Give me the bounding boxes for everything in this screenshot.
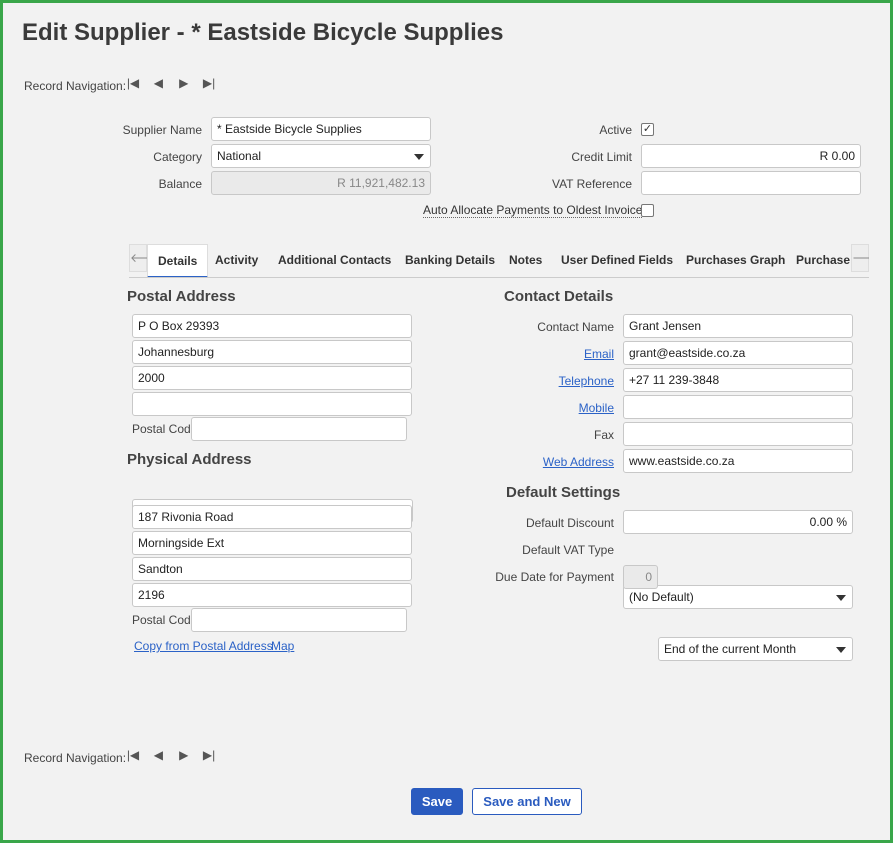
map-link[interactable]: Map: [271, 639, 294, 653]
email-label: Email: [503, 347, 614, 361]
chevron-down-icon: [414, 154, 424, 160]
tab-banking-details[interactable]: Banking Details: [405, 244, 495, 277]
category-label: Category: [153, 150, 202, 164]
email-input[interactable]: grant@eastside.co.za: [623, 341, 853, 365]
physical-line-2[interactable]: Morningside Ext: [132, 531, 412, 555]
supplier-name-input[interactable]: * Eastside Bicycle Supplies: [211, 117, 431, 141]
category-select[interactable]: National: [211, 144, 431, 168]
email-link[interactable]: Email: [584, 347, 614, 361]
balance-label: Balance: [158, 177, 202, 191]
telephone-input[interactable]: +27 11 239-3848: [623, 368, 853, 392]
due-option-select[interactable]: End of the current Month: [658, 637, 853, 661]
contact-name-label: Contact Name: [537, 320, 614, 334]
telephone-label: Telephone: [503, 374, 614, 388]
tab-activity[interactable]: Activity: [215, 244, 258, 277]
window-frame: Edit Supplier - * Eastside Bicycle Suppl…: [0, 0, 893, 843]
active-checkbox[interactable]: ✓: [641, 123, 654, 136]
previous-record-icon[interactable]: ◀: [150, 76, 166, 90]
postal-code-input[interactable]: [191, 417, 407, 441]
previous-record-icon[interactable]: ◀: [150, 748, 166, 762]
postal-line-4[interactable]: [132, 392, 412, 416]
tab-additional-contacts[interactable]: Additional Contacts: [278, 244, 391, 277]
first-record-icon[interactable]: |◀: [125, 748, 141, 762]
tab-details[interactable]: Details: [147, 244, 209, 277]
web-address-label: Web Address: [503, 455, 614, 469]
default-vat-type-select[interactable]: (No Default): [623, 585, 853, 609]
auto-allocate-label: Auto Allocate Payments to Oldest Invoice: [423, 203, 643, 218]
postal-code-label: Postal Code: [132, 422, 198, 436]
tab-purchases-graph[interactable]: Purchases Graph: [686, 244, 785, 277]
category-value: National: [217, 149, 262, 163]
default-settings-heading: Default Settings: [506, 484, 621, 501]
tab-scroll-left-icon[interactable]: 🡐: [129, 244, 162, 272]
default-vat-type-label: Default VAT Type: [522, 543, 614, 557]
vat-reference-label: VAT Reference: [551, 177, 632, 191]
postal-line-3[interactable]: 2000: [132, 366, 412, 390]
mobile-link[interactable]: Mobile: [579, 401, 614, 415]
mobile-label: Mobile: [503, 401, 614, 415]
fax-input[interactable]: [623, 422, 853, 446]
credit-limit-input[interactable]: R 0.00: [641, 144, 861, 168]
postal-line-1[interactable]: P O Box 29393: [132, 314, 412, 338]
record-nav-label-bottom: Record Navigation:: [24, 751, 127, 765]
physical-line-4[interactable]: 2196: [132, 583, 412, 607]
default-discount-input[interactable]: 0.00 %: [623, 510, 853, 534]
physical-line-3[interactable]: Sandton: [132, 557, 412, 581]
supplier-name-label: Supplier Name: [122, 123, 202, 137]
default-vat-type-value: (No Default): [629, 590, 694, 604]
first-record-icon[interactable]: |◀: [125, 76, 141, 90]
page-title: Edit Supplier - * Eastside Bicycle Suppl…: [22, 19, 504, 46]
fax-label: Fax: [593, 428, 614, 442]
physical-postal-code-input[interactable]: [191, 608, 407, 632]
telephone-link[interactable]: Telephone: [559, 374, 614, 388]
due-option-value: End of the current Month: [664, 642, 797, 656]
credit-limit-label: Credit Limit: [571, 150, 632, 164]
postal-address-heading: Postal Address: [127, 288, 236, 305]
save-and-new-button[interactable]: Save and New: [472, 788, 582, 815]
web-address-link[interactable]: Web Address: [543, 455, 614, 469]
tab-user-defined-fields[interactable]: User Defined Fields: [561, 244, 673, 277]
vat-reference-input[interactable]: [641, 171, 861, 195]
due-date-label: Due Date for Payment: [495, 570, 614, 584]
next-record-icon[interactable]: ▶: [176, 76, 192, 90]
chevron-down-icon: [836, 647, 846, 653]
physical-address-heading: Physical Address: [127, 451, 252, 468]
auto-allocate-checkbox[interactable]: [641, 204, 654, 217]
tab-notes[interactable]: Notes: [509, 244, 542, 277]
next-record-icon[interactable]: ▶: [176, 748, 192, 762]
copy-from-postal-link[interactable]: Copy from Postal Address: [134, 639, 273, 653]
tab-strip: 🡐 Details Activity Additional Contacts B…: [129, 244, 869, 278]
mobile-input[interactable]: [623, 395, 853, 419]
chevron-down-icon: [836, 595, 846, 601]
last-record-icon[interactable]: ▶|: [201, 748, 217, 762]
default-discount-label: Default Discount: [525, 516, 614, 530]
physical-line-1[interactable]: 187 Rivonia Road: [132, 505, 412, 529]
physical-postal-code-label: Postal Code: [132, 613, 198, 627]
web-address-input[interactable]: www.eastside.co.za: [623, 449, 853, 473]
active-label: Active: [599, 123, 632, 137]
due-days-input[interactable]: 0: [623, 565, 658, 589]
postal-line-2[interactable]: Johannesburg: [132, 340, 412, 364]
contact-name-input[interactable]: Grant Jensen: [623, 314, 853, 338]
balance-field: R 11,921,482.13: [211, 171, 431, 195]
last-record-icon[interactable]: ▶|: [201, 76, 217, 90]
tab-scroll-right-icon[interactable]: 🡒: [851, 244, 869, 272]
record-nav-label: Record Navigation:: [24, 79, 127, 93]
record-nav-top: |◀ ◀ ▶ ▶|: [125, 76, 217, 90]
record-nav-bottom: |◀ ◀ ▶ ▶|: [125, 748, 217, 762]
contact-details-heading: Contact Details: [504, 288, 614, 305]
save-button[interactable]: Save: [411, 788, 463, 815]
auto-allocate-text: Auto Allocate Payments to Oldest Invoice: [423, 203, 643, 218]
